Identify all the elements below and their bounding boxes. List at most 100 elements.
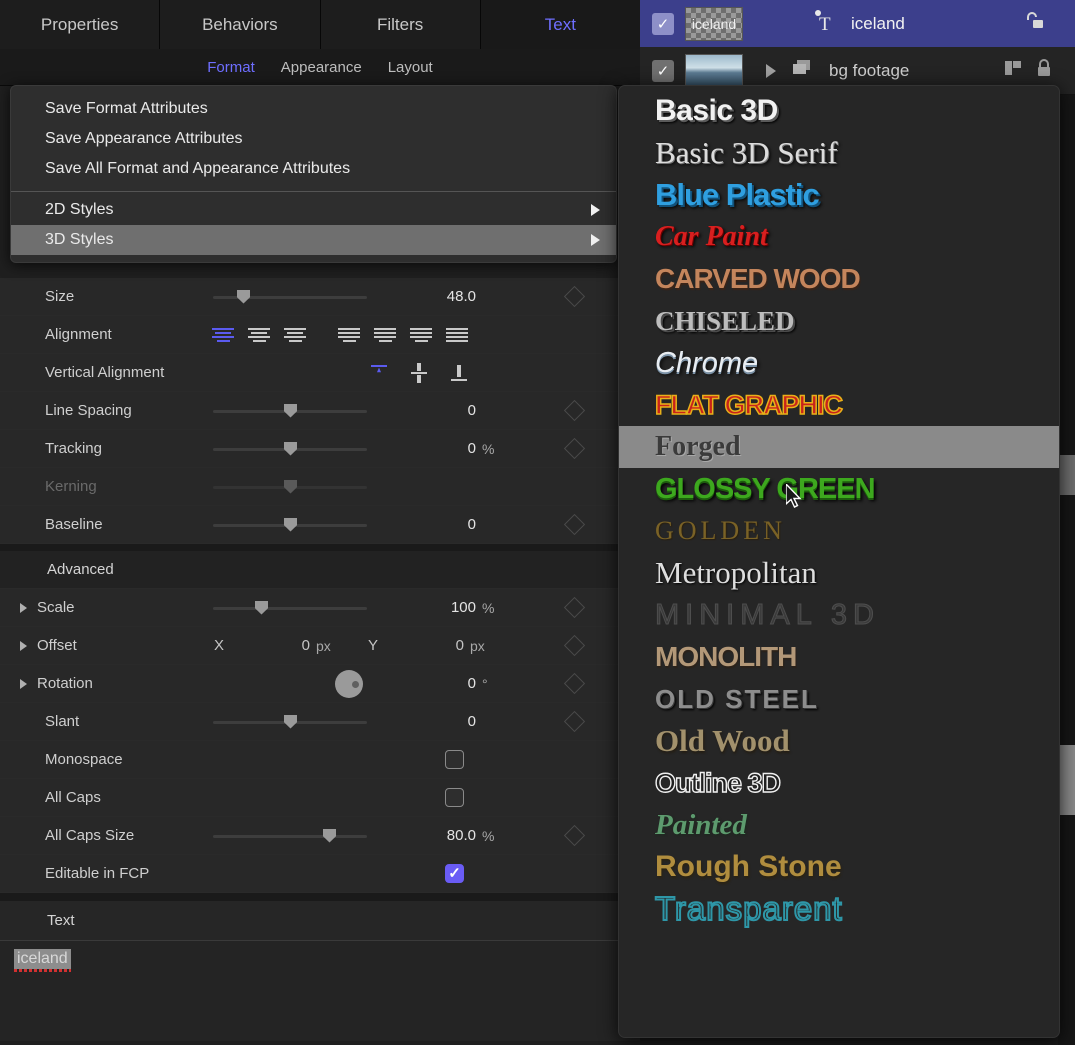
style-item-blue-plastic[interactable]: Blue Plastic — [619, 174, 1059, 216]
unlocked-icon[interactable] — [1023, 11, 1045, 36]
menu-item-save-format-attributes[interactable]: Save Format Attributes — [11, 94, 616, 124]
disclosure-triangle-icon[interactable] — [20, 641, 27, 651]
style-item-flat-graphic[interactable]: FLAT GRAPHIC — [619, 384, 1059, 426]
align-center-icon[interactable] — [241, 325, 277, 345]
justify-center-icon[interactable] — [367, 325, 403, 345]
scale-slider[interactable] — [213, 601, 367, 615]
subtab-format[interactable]: Format — [207, 59, 255, 76]
style-item-chrome[interactable]: Chrome — [619, 342, 1059, 384]
disclosure-triangle-icon[interactable] — [20, 679, 27, 689]
param-row-monospace[interactable]: Monospace — [0, 741, 640, 779]
valign-middle-icon[interactable] — [408, 362, 430, 384]
text-entry-field[interactable]: iceland — [0, 941, 640, 1041]
line-spacing-value[interactable]: 0 — [380, 402, 476, 419]
menu-item-3d-styles[interactable]: 3D Styles — [11, 225, 616, 255]
size-slider[interactable] — [213, 290, 367, 304]
subtab-layout[interactable]: Layout — [388, 59, 433, 76]
param-row-scale[interactable]: Scale 100 % — [0, 589, 640, 627]
offset-x-value[interactable]: 0 — [258, 637, 310, 654]
style-item-rough-stone[interactable]: Rough Stone — [619, 846, 1059, 888]
text-entry-value[interactable]: iceland — [14, 949, 71, 969]
valign-bottom-icon[interactable] — [448, 362, 470, 384]
keyframe-diamond-icon[interactable] — [564, 673, 585, 694]
style-item-monolith[interactable]: MONOLITH — [619, 636, 1059, 678]
param-row-alignment[interactable]: Alignment — [0, 316, 640, 354]
style-item-carved-wood[interactable]: CARVED WOOD — [619, 258, 1059, 300]
menu-item-save-appearance-attributes[interactable]: Save Appearance Attributes — [11, 124, 616, 154]
slant-slider[interactable] — [213, 715, 367, 729]
tracking-value[interactable]: 0 — [380, 440, 476, 457]
param-row-line-spacing[interactable]: Line Spacing 0 — [0, 392, 640, 430]
justify-right-icon[interactable] — [403, 325, 439, 345]
align-right-icon[interactable] — [277, 325, 313, 345]
baseline-value[interactable]: 0 — [380, 516, 476, 533]
keyframe-diamond-icon[interactable] — [564, 635, 585, 656]
style-item-outline-3d[interactable]: Outline 3D — [619, 762, 1059, 804]
slant-value[interactable]: 0 — [380, 713, 476, 730]
size-value[interactable]: 48.0 — [380, 288, 476, 305]
param-row-slant[interactable]: Slant 0 — [0, 703, 640, 741]
keyframe-diamond-icon[interactable] — [564, 825, 585, 846]
keyframe-diamond-icon[interactable] — [564, 711, 585, 732]
keyframe-diamond-icon[interactable] — [564, 400, 585, 421]
disclosure-triangle-icon[interactable] — [20, 603, 27, 613]
keyframe-diamond-icon[interactable] — [564, 438, 585, 459]
param-row-offset[interactable]: Offset X 0 px Y 0 px — [0, 627, 640, 665]
style-item-chiseled[interactable]: CHISELED — [619, 300, 1059, 342]
style-item-basic-3d-serif[interactable]: Basic 3D Serif — [619, 132, 1059, 174]
monospace-checkbox[interactable] — [445, 750, 464, 769]
style-item-car-paint[interactable]: Car Paint — [619, 216, 1059, 258]
rotation-dial[interactable] — [335, 670, 363, 698]
layer-row-iceland[interactable]: ✓ iceland T iceland — [640, 0, 1075, 47]
line-spacing-slider[interactable] — [213, 404, 367, 418]
tracking-slider[interactable] — [213, 442, 367, 456]
all-caps-size-value[interactable]: 80.0 — [380, 827, 476, 844]
align-left-icon[interactable] — [205, 325, 241, 345]
menu-item-save-all-attributes[interactable]: Save All Format and Appearance Attribute… — [11, 154, 616, 184]
style-item-old-wood[interactable]: Old Wood — [619, 720, 1059, 762]
param-row-vertical-alignment[interactable]: Vertical Alignment — [0, 354, 640, 392]
param-row-all-caps[interactable]: All Caps — [0, 779, 640, 817]
tab-behaviors[interactable]: Behaviors — [160, 0, 320, 49]
subtab-appearance[interactable]: Appearance — [281, 59, 362, 76]
valign-top-icon[interactable] — [368, 362, 390, 384]
style-item-minimal-3d[interactable]: MINIMAL 3D — [619, 594, 1059, 636]
style-item-painted[interactable]: Painted — [619, 804, 1059, 846]
menu-item-2d-styles[interactable]: 2D Styles — [11, 195, 616, 225]
keyframe-diamond-icon[interactable] — [564, 286, 585, 307]
group-flag-icon[interactable] — [1003, 59, 1023, 82]
style-item-glossy-green[interactable]: GLOSSY GREEN — [619, 468, 1059, 510]
all-caps-size-slider[interactable] — [213, 829, 367, 843]
tab-properties[interactable]: Properties — [0, 0, 160, 49]
justify-all-icon[interactable] — [439, 325, 475, 345]
disclosure-triangle-icon[interactable] — [766, 64, 776, 78]
param-row-baseline[interactable]: Baseline 0 — [0, 506, 640, 544]
style-item-basic-3d[interactable]: Basic 3D — [619, 90, 1059, 132]
param-row-editable-in-fcp[interactable]: Editable in FCP — [0, 855, 640, 893]
param-row-tracking[interactable]: Tracking 0 % — [0, 430, 640, 468]
layer-title[interactable]: bg footage — [829, 61, 909, 81]
style-item-transparent[interactable]: Transparent — [619, 888, 1059, 930]
rotation-value[interactable]: 0 — [380, 675, 476, 692]
baseline-slider[interactable] — [213, 518, 367, 532]
layer-title[interactable]: iceland — [851, 14, 905, 34]
param-row-rotation[interactable]: Rotation 0 ° — [0, 665, 640, 703]
tab-filters[interactable]: Filters — [321, 0, 481, 49]
offset-y-value[interactable]: 0 — [412, 637, 464, 654]
section-header-advanced[interactable]: Advanced — [0, 551, 640, 589]
justify-left-icon[interactable] — [331, 325, 367, 345]
editable-in-fcp-checkbox[interactable] — [445, 864, 464, 883]
keyframe-diamond-icon[interactable] — [564, 597, 585, 618]
style-item-old-steel[interactable]: OLD STEEL — [619, 678, 1059, 720]
layer-visibility-checkbox[interactable]: ✓ — [652, 60, 674, 82]
scale-value[interactable]: 100 — [380, 599, 476, 616]
style-item-golden[interactable]: GOLDEN — [619, 510, 1059, 552]
locked-icon[interactable] — [1035, 58, 1053, 83]
keyframe-diamond-icon[interactable] — [564, 514, 585, 535]
param-row-size[interactable]: Size 48.0 — [0, 278, 640, 316]
all-caps-checkbox[interactable] — [445, 788, 464, 807]
layer-visibility-checkbox[interactable]: ✓ — [652, 13, 674, 35]
param-row-all-caps-size[interactable]: All Caps Size 80.0 % — [0, 817, 640, 855]
tab-text[interactable]: Text — [481, 0, 640, 49]
style-item-forged[interactable]: Forged — [619, 426, 1059, 468]
